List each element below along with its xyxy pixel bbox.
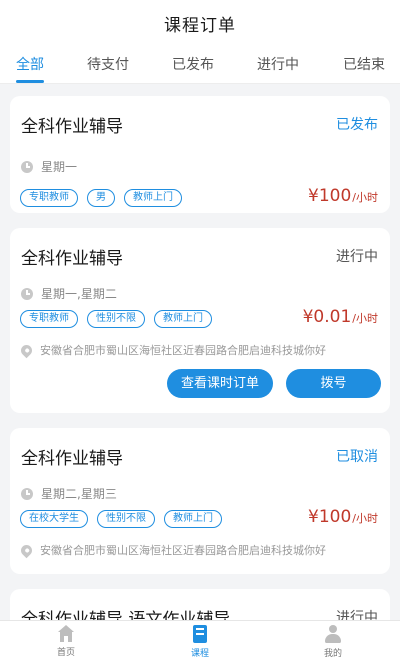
page-title: 课程订单 — [164, 15, 236, 36]
order-address: 安徽省合肥市蜀山区海恒社区近春园路合肥启迪科技城你好 — [18, 342, 326, 358]
price-amount: ¥100 — [308, 507, 352, 527]
location-pin-icon — [18, 342, 35, 358]
course-icon — [193, 625, 207, 643]
order-card[interactable]: 全科作业辅导,语文作业辅导 进行中 — [10, 589, 390, 620]
tag: 教师上门 — [164, 510, 222, 528]
home-icon — [57, 625, 75, 642]
order-card[interactable]: 全科作业辅导 已取消 星期二,星期三 在校大学生 性别不限 教师上门 ¥100 … — [10, 428, 390, 574]
bottom-nav: 首页 课程 我的 — [0, 620, 400, 661]
order-status: 已发布 — [336, 117, 378, 133]
nav-mine[interactable]: 我的 — [303, 625, 363, 659]
time-text: 星期一,星期二 — [41, 287, 117, 301]
tab-bar: 全部 待支付 已发布 进行中 已结束 — [0, 46, 400, 84]
tab-published[interactable]: 已发布 — [172, 54, 214, 74]
price-amount: ¥0.01 — [302, 307, 352, 327]
order-time: 星期二,星期三 — [21, 485, 117, 502]
clock-icon — [21, 487, 33, 500]
order-status: 已取消 — [336, 449, 378, 465]
order-price: ¥100 /小时 — [308, 186, 378, 206]
order-time: 星期一 — [21, 158, 77, 175]
tag: 性别不限 — [97, 510, 155, 528]
time-text: 星期二,星期三 — [41, 487, 117, 501]
nav-label: 我的 — [323, 649, 342, 659]
nav-label: 课程 — [190, 649, 209, 659]
order-card[interactable]: 全科作业辅导 已发布 星期一 专职教师 男 教师上门 ¥100 /小时 — [10, 96, 390, 213]
price-unit: /小时 — [352, 512, 378, 525]
location-pin-icon — [18, 542, 35, 558]
dial-button[interactable]: 拨号 — [286, 369, 381, 398]
order-title: 全科作业辅导 — [21, 449, 123, 469]
tag-list: 专职教师 性别不限 教师上门 — [20, 310, 212, 328]
clock-icon — [21, 287, 33, 300]
price-unit: /小时 — [352, 191, 378, 204]
time-text: 星期一 — [41, 160, 78, 174]
order-address: 安徽省合肥市蜀山区海恒社区近春园路合肥启迪科技城你好 — [18, 542, 326, 558]
order-time: 星期一,星期二 — [21, 285, 117, 302]
tag: 专职教师 — [20, 189, 78, 207]
tag-list: 专职教师 男 教师上门 — [20, 189, 182, 207]
nav-course[interactable]: 课程 — [170, 625, 230, 659]
active-tab-indicator — [16, 80, 44, 83]
order-status: 进行中 — [336, 249, 378, 265]
clock-icon — [21, 160, 33, 173]
tag: 专职教师 — [20, 310, 78, 328]
user-icon — [324, 625, 342, 643]
tag: 教师上门 — [124, 189, 182, 207]
nav-label: 首页 — [56, 648, 75, 658]
tab-in-progress[interactable]: 进行中 — [257, 54, 299, 74]
order-status: 进行中 — [336, 610, 378, 620]
tag: 性别不限 — [87, 310, 145, 328]
app-header: 课程订单 — [0, 0, 400, 46]
tag-list: 在校大学生 性别不限 教师上门 — [20, 510, 222, 528]
tag: 教师上门 — [154, 310, 212, 328]
order-title: 全科作业辅导 — [21, 117, 123, 137]
order-title: 全科作业辅导 — [21, 249, 123, 269]
price-unit: /小时 — [352, 312, 378, 325]
view-lesson-orders-button[interactable]: 查看课时订单 — [167, 369, 273, 398]
order-price: ¥0.01 /小时 — [303, 307, 378, 327]
order-price: ¥100 /小时 — [308, 507, 378, 527]
tag: 男 — [87, 189, 115, 207]
order-card[interactable]: 全科作业辅导 进行中 星期一,星期二 专职教师 性别不限 教师上门 ¥0.01 … — [10, 228, 390, 413]
address-text: 安徽省合肥市蜀山区海恒社区近春园路合肥启迪科技城你好 — [40, 544, 326, 557]
tag: 在校大学生 — [20, 510, 88, 528]
price-amount: ¥100 — [308, 186, 352, 206]
address-text: 安徽省合肥市蜀山区海恒社区近春园路合肥启迪科技城你好 — [40, 344, 326, 357]
order-title: 全科作业辅导,语文作业辅导 — [21, 610, 231, 620]
tab-pending-payment[interactable]: 待支付 — [87, 54, 129, 74]
tab-finished[interactable]: 已结束 — [343, 54, 385, 74]
nav-home[interactable]: 首页 — [36, 625, 96, 658]
order-list[interactable]: 全科作业辅导 已发布 星期一 专职教师 男 教师上门 ¥100 /小时 全科作业… — [0, 84, 400, 620]
tab-all[interactable]: 全部 — [16, 54, 44, 74]
